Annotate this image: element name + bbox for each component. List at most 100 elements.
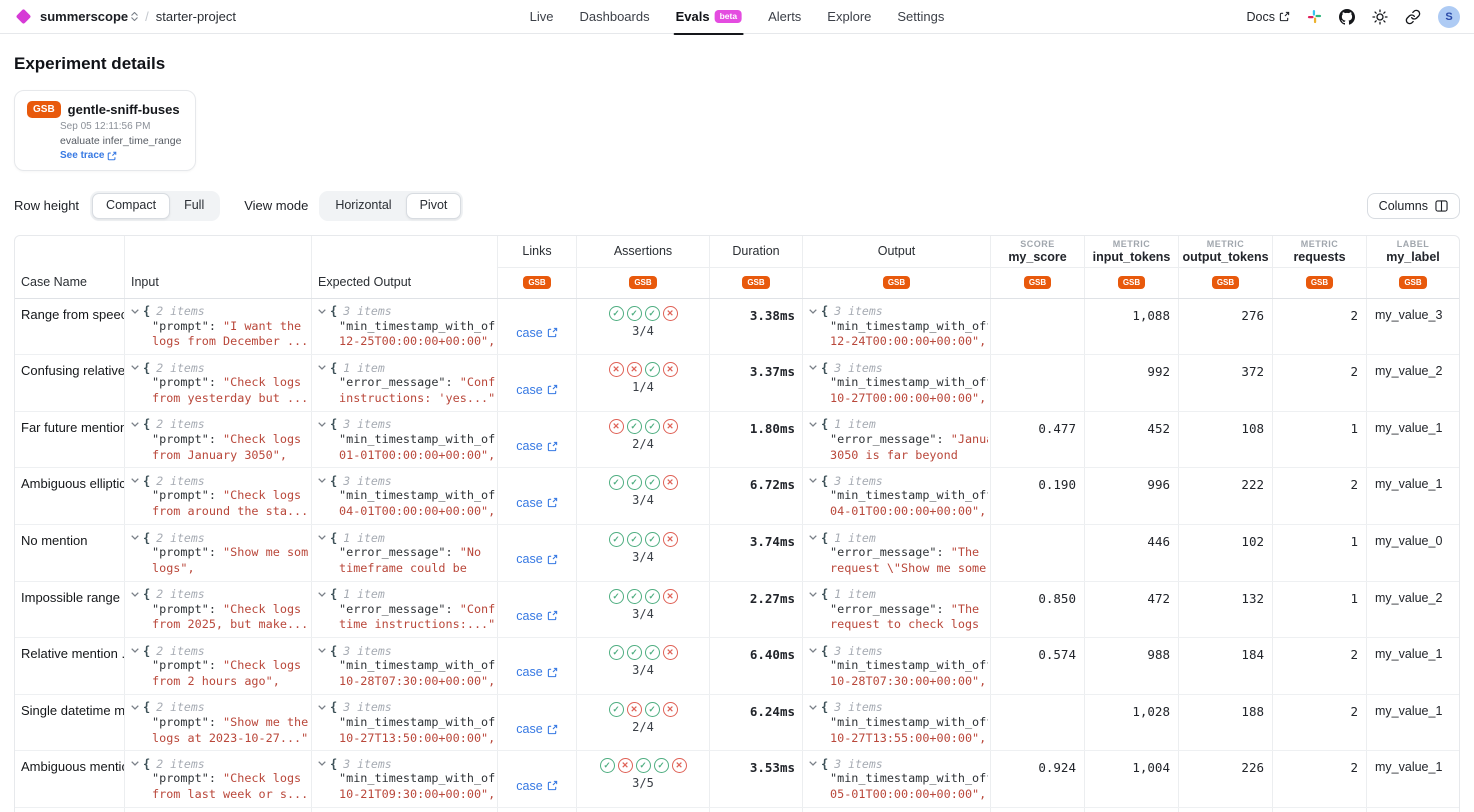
table-row[interactable]: Range from speech { 2 items "prompt": "I… (15, 299, 1459, 355)
org-name: summerscope (40, 9, 128, 24)
item-count: 3 items (834, 644, 882, 658)
col-header-expected-output[interactable]: Expected Output (311, 236, 497, 298)
external-link-icon (547, 441, 558, 452)
expand-chevron-icon[interactable] (130, 647, 140, 654)
table-row[interactable]: Far future mention { 2 items "prompt": "… (15, 411, 1459, 468)
expand-chevron-icon[interactable] (808, 421, 818, 428)
case-link[interactable]: case (516, 368, 557, 411)
output-cell: { 1 item "error_message": "The request \… (802, 525, 990, 581)
requests-cell: 2 (1272, 355, 1366, 411)
item-count: 1 item (343, 587, 385, 601)
project-name[interactable]: starter-project (156, 9, 236, 24)
expand-chevron-icon[interactable] (317, 477, 327, 484)
expand-chevron-icon[interactable] (317, 760, 327, 767)
view-mode-pivot[interactable]: Pivot (406, 193, 462, 219)
expand-chevron-icon[interactable] (130, 421, 140, 428)
score-cell: 0.574 (990, 638, 1084, 694)
col-header-my-score[interactable]: SCOREmy_score (990, 236, 1084, 268)
row-height-full[interactable]: Full (170, 193, 218, 219)
expand-chevron-icon[interactable] (130, 477, 140, 484)
results-table: Case Name Input Expected Output Links As… (14, 235, 1460, 812)
table-row[interactable]: Ambiguous elliptic... { 2 items "prompt"… (15, 467, 1459, 524)
table-row[interactable]: Single day mention { 2 items "prompt": "… (15, 807, 1459, 812)
expand-chevron-icon[interactable] (808, 704, 818, 711)
col-header-assertions[interactable]: Assertions (576, 236, 709, 268)
table-row[interactable]: Impossible range { 2 items "prompt": "Ch… (15, 581, 1459, 638)
expand-chevron-icon[interactable] (317, 534, 327, 541)
case-link[interactable]: case (516, 425, 557, 468)
expand-chevron-icon[interactable] (130, 364, 140, 371)
expand-chevron-icon[interactable] (130, 534, 140, 541)
case-link[interactable]: case (516, 651, 557, 694)
expand-chevron-icon[interactable] (808, 647, 818, 654)
expand-chevron-icon[interactable] (317, 421, 327, 428)
table-row[interactable]: Relative mention ... { 2 items "prompt":… (15, 637, 1459, 694)
case-name-cell: Confusing relative... (15, 355, 124, 411)
experiment-badge-cell: GSB (802, 268, 990, 298)
col-header-input-tokens[interactable]: METRICinput_tokens (1084, 236, 1178, 268)
docs-link[interactable]: Docs (1247, 10, 1290, 24)
expand-chevron-icon[interactable] (808, 364, 818, 371)
avatar[interactable]: S (1438, 6, 1460, 28)
share-link-icon[interactable] (1405, 9, 1421, 25)
score-cell (990, 695, 1084, 751)
expand-chevron-icon[interactable] (130, 308, 140, 315)
expand-chevron-icon[interactable] (317, 647, 327, 654)
col-header-requests[interactable]: METRICrequests (1272, 236, 1366, 268)
case-link[interactable]: case (516, 595, 557, 638)
col-header-case-name[interactable]: Case Name (15, 236, 124, 298)
expand-chevron-icon[interactable] (317, 308, 327, 315)
assertion-icons: ✓✓✓✕ (609, 475, 678, 490)
tab-dashboards[interactable]: Dashboards (579, 0, 649, 34)
row-height-compact[interactable]: Compact (92, 193, 170, 219)
theme-toggle-sun-icon[interactable] (1372, 9, 1388, 25)
github-icon[interactable] (1339, 9, 1355, 25)
expand-chevron-icon[interactable] (130, 760, 140, 767)
tab-alerts[interactable]: Alerts (768, 0, 801, 34)
experiment-timestamp: Sep 05 12:11:56 PM (60, 121, 181, 132)
col-header-output[interactable]: Output (802, 236, 990, 268)
col-header-links[interactable]: Links (497, 236, 576, 268)
input-tokens-cell: 1,088 (1084, 299, 1178, 355)
expand-chevron-icon[interactable] (317, 704, 327, 711)
assertion-pass-icon: ✓ (645, 362, 660, 377)
case-link[interactable]: case (516, 312, 557, 355)
tab-settings[interactable]: Settings (897, 0, 944, 34)
expand-chevron-icon[interactable] (808, 760, 818, 767)
case-link[interactable]: case (516, 708, 557, 751)
output-cell: { 3 items "min_timestamp_with_offset" 04… (802, 468, 990, 524)
tab-live[interactable]: Live (530, 0, 554, 34)
tab-evals[interactable]: Evals beta (676, 0, 742, 34)
expand-chevron-icon[interactable] (808, 477, 818, 484)
label-cell: my_value_2 (1366, 582, 1459, 638)
assertion-fail-icon: ✕ (663, 589, 678, 604)
col-header-duration[interactable]: Duration (709, 236, 802, 268)
expand-chevron-icon[interactable] (808, 534, 818, 541)
table-row[interactable]: Ambiguous mention { 2 items "prompt": "C… (15, 750, 1459, 807)
columns-button[interactable]: Columns (1367, 193, 1460, 219)
top-nav: summerscope / starter-project Live Dashb… (0, 0, 1474, 34)
expand-chevron-icon[interactable] (130, 704, 140, 711)
col-header-input[interactable]: Input (124, 236, 311, 298)
col-header-output-tokens[interactable]: METRICoutput_tokens (1178, 236, 1272, 268)
expand-chevron-icon[interactable] (808, 308, 818, 315)
view-mode-horizontal[interactable]: Horizontal (321, 193, 405, 219)
slack-icon[interactable] (1307, 9, 1322, 24)
case-link[interactable]: case (516, 481, 557, 524)
see-trace-link[interactable]: See trace (60, 150, 181, 161)
expand-chevron-icon[interactable] (130, 591, 140, 598)
expand-chevron-icon[interactable] (317, 591, 327, 598)
org-switcher[interactable]: summerscope (40, 9, 138, 24)
table-row[interactable]: Single datetime m... { 2 items "prompt":… (15, 694, 1459, 751)
table-row[interactable]: Confusing relative... { 2 items "prompt"… (15, 354, 1459, 411)
assertions-cell: ✓✕✓✕ 2/4 (576, 695, 709, 751)
tab-explore[interactable]: Explore (827, 0, 871, 34)
duration-cell: 3.38ms (709, 299, 802, 355)
expand-chevron-icon[interactable] (317, 364, 327, 371)
col-header-my-label[interactable]: LABELmy_label (1366, 236, 1459, 268)
case-link[interactable]: case (516, 764, 557, 807)
view-mode-segmented: Horizontal Pivot (319, 191, 463, 221)
expand-chevron-icon[interactable] (808, 591, 818, 598)
table-row[interactable]: No mention { 2 items "prompt": "Show me … (15, 524, 1459, 581)
case-link[interactable]: case (516, 538, 557, 581)
